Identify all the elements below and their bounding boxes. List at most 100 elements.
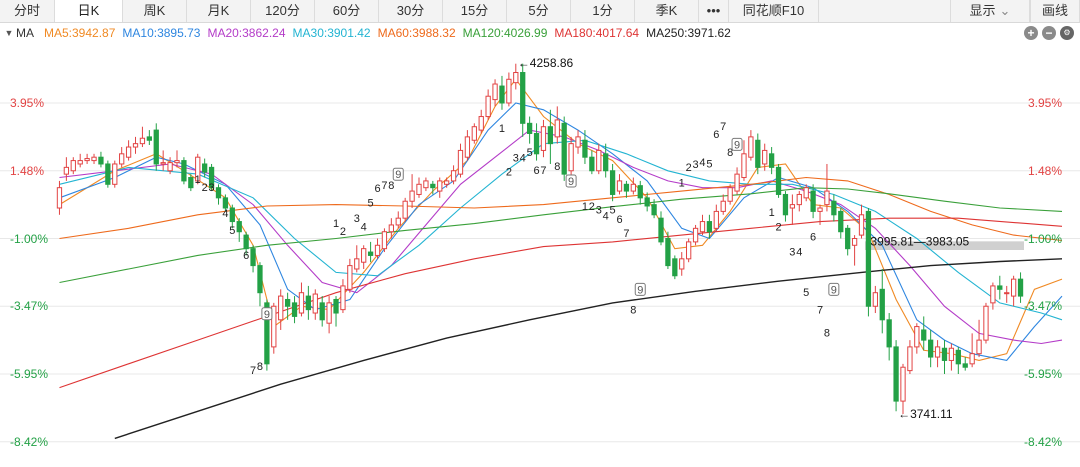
candle <box>125 140 132 161</box>
candle <box>838 208 844 239</box>
candle-body <box>997 285 1003 290</box>
candle-body <box>734 173 740 192</box>
td-count-label: 7 <box>720 121 726 133</box>
td-count-label: 3 <box>354 213 360 225</box>
candle-body <box>450 170 457 182</box>
candle <box>644 192 650 212</box>
candle <box>948 343 955 371</box>
candle-body <box>319 302 325 321</box>
candle <box>464 130 471 161</box>
candle <box>997 275 1003 300</box>
candle <box>679 252 685 276</box>
candle-body <box>464 136 471 158</box>
candle-body <box>181 160 187 182</box>
candle <box>554 106 560 144</box>
candle-body <box>340 285 346 311</box>
td-count-label: 6 <box>713 129 719 141</box>
candle <box>139 126 146 148</box>
candle <box>499 75 505 110</box>
candle-body <box>817 207 823 212</box>
candle-body <box>886 319 892 348</box>
candle-body <box>893 346 899 402</box>
candle-body <box>444 180 450 185</box>
candle-body <box>838 210 844 233</box>
td-count-label: 8 <box>554 161 560 173</box>
candle-body <box>56 187 63 209</box>
candle <box>457 143 464 178</box>
candle-body <box>762 149 768 165</box>
candle <box>112 160 118 188</box>
candle <box>374 238 381 259</box>
td-count-label: 2 <box>340 226 346 238</box>
td-count-label: 5 <box>706 158 712 170</box>
ma-line-ma5 <box>59 78 1063 361</box>
candle-body <box>437 180 443 192</box>
candle-body <box>824 190 830 206</box>
candle <box>478 109 484 134</box>
candle <box>962 357 968 371</box>
candle <box>886 313 892 361</box>
candle <box>485 89 491 120</box>
candle-body <box>741 153 747 179</box>
candle-body <box>969 353 975 365</box>
candle <box>851 235 858 266</box>
candle-body <box>1004 292 1010 295</box>
candle <box>665 231 671 269</box>
candle <box>858 204 865 239</box>
candle-body <box>402 200 408 219</box>
candle <box>520 63 526 137</box>
candle <box>1004 285 1010 303</box>
td-count-label: 1 <box>333 218 339 230</box>
candle-body <box>91 156 97 162</box>
candle <box>340 279 346 314</box>
candle-body <box>374 244 381 256</box>
candle-body <box>430 183 436 189</box>
y-tick-label-l: 1.48% <box>10 163 45 178</box>
candle-body <box>554 119 560 138</box>
candle-body <box>686 241 692 260</box>
candle-body <box>692 227 699 243</box>
candle-body <box>990 285 996 304</box>
candle <box>575 130 581 154</box>
candle <box>181 157 187 185</box>
candle-body <box>907 346 913 372</box>
candle <box>616 174 623 195</box>
candle <box>423 177 429 192</box>
candle-body <box>409 190 415 202</box>
y-tick-label-l: -1.00% <box>10 231 49 246</box>
td-count-label: 2 <box>686 162 692 174</box>
candle <box>782 191 789 222</box>
td-count-label: 1 <box>679 177 685 189</box>
y-tick-label-l: -5.95% <box>10 367 49 381</box>
candle-body <box>976 339 982 355</box>
candle-body <box>658 217 664 243</box>
candle <box>789 194 796 225</box>
candle-body <box>188 177 194 189</box>
candle <box>132 136 139 154</box>
candle <box>893 340 899 412</box>
candle <box>91 153 97 164</box>
candle-body <box>284 298 291 307</box>
td-count-label: 5 <box>368 198 374 210</box>
candle <box>603 143 609 178</box>
candle <box>354 245 360 273</box>
candle <box>568 136 574 178</box>
candle-body <box>278 295 284 321</box>
td-count-label: 7 <box>250 365 256 377</box>
td-count-label: 6 <box>810 232 816 244</box>
y-tick-label-l: -3.47% <box>10 299 49 314</box>
candle <box>796 191 802 212</box>
candle <box>623 180 630 198</box>
y-tick-label-r: -8.42% <box>1023 434 1062 449</box>
candle-body <box>139 137 146 145</box>
td-count-label: 5 <box>229 225 235 237</box>
candlestick-chart[interactable]: 12 34567 89123456 7 89123 4 56 7 891 2 345678912 3 4… <box>0 0 1080 467</box>
candle-body <box>423 180 429 189</box>
td-count-label: 6 <box>616 214 622 226</box>
candle <box>637 180 643 205</box>
candle-body <box>98 156 104 165</box>
candle <box>914 323 920 354</box>
td-count-label: 7 <box>817 305 823 317</box>
candle <box>865 208 872 317</box>
candle-body <box>720 200 726 212</box>
